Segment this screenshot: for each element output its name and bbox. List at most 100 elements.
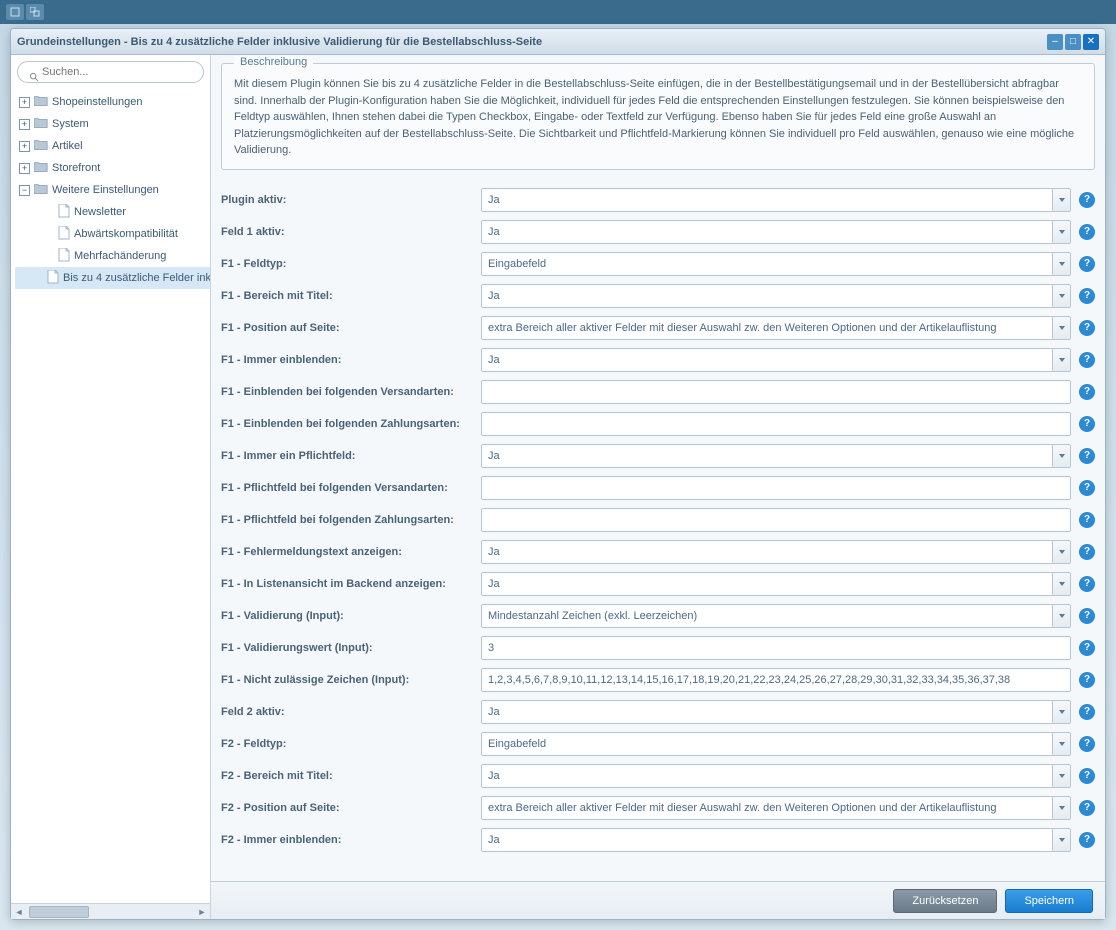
help-icon[interactable]: ?: [1079, 224, 1095, 240]
reset-button[interactable]: Zurücksetzen: [893, 889, 997, 913]
search-icon: [29, 72, 40, 83]
chevron-down-icon[interactable]: [1052, 573, 1070, 595]
help-icon[interactable]: ?: [1079, 640, 1095, 656]
text-field[interactable]: [481, 380, 1071, 404]
chevron-down-icon[interactable]: [1052, 797, 1070, 819]
help-icon[interactable]: ?: [1079, 576, 1095, 592]
maximize-icon[interactable]: □: [1065, 34, 1081, 50]
expand-icon[interactable]: +: [19, 97, 30, 108]
help-icon[interactable]: ?: [1079, 736, 1095, 752]
text-input[interactable]: [488, 642, 1064, 654]
tree-item[interactable]: −Weitere Einstellungen: [15, 179, 210, 201]
help-icon[interactable]: ?: [1079, 256, 1095, 272]
combo-field[interactable]: Ja: [481, 220, 1071, 244]
help-icon[interactable]: ?: [1079, 672, 1095, 688]
text-input[interactable]: [488, 514, 1064, 526]
tree-item[interactable]: +System: [15, 113, 210, 135]
help-icon[interactable]: ?: [1079, 480, 1095, 496]
combo-field[interactable]: Ja: [481, 348, 1071, 372]
help-icon[interactable]: ?: [1079, 800, 1095, 816]
topbar-button-2[interactable]: [26, 4, 44, 20]
tree-item[interactable]: +Storefront: [15, 157, 210, 179]
tree-item[interactable]: Bis zu 4 zusätzliche Felder inklusive Va…: [15, 267, 210, 289]
scroll-left-icon[interactable]: ◄: [11, 904, 27, 919]
tree-item[interactable]: Abwärtskompatibilität: [15, 223, 210, 245]
text-input[interactable]: [488, 418, 1064, 430]
text-field[interactable]: [481, 412, 1071, 436]
help-icon[interactable]: ?: [1079, 768, 1095, 784]
text-input[interactable]: [488, 386, 1064, 398]
close-icon[interactable]: ✕: [1083, 34, 1099, 50]
help-icon[interactable]: ?: [1079, 448, 1095, 464]
text-input[interactable]: [488, 674, 1064, 686]
collapse-icon[interactable]: −: [19, 185, 30, 196]
form-row: F1 - Pflichtfeld bei folgenden Zahlungsa…: [221, 504, 1095, 536]
combo-field[interactable]: Ja: [481, 828, 1071, 852]
form-label: F2 - Feldtyp:: [221, 738, 481, 750]
help-icon[interactable]: ?: [1079, 288, 1095, 304]
form-label: F1 - Validierung (Input):: [221, 610, 481, 622]
help-icon[interactable]: ?: [1079, 704, 1095, 720]
help-icon[interactable]: ?: [1079, 608, 1095, 624]
minimize-icon[interactable]: –: [1047, 34, 1063, 50]
combo-field[interactable]: Ja: [481, 540, 1071, 564]
text-field[interactable]: [481, 636, 1071, 660]
chevron-down-icon[interactable]: [1052, 253, 1070, 275]
chevron-down-icon[interactable]: [1052, 221, 1070, 243]
expand-icon[interactable]: +: [19, 163, 30, 174]
topbar-button-1[interactable]: [6, 4, 24, 20]
chevron-down-icon[interactable]: [1052, 349, 1070, 371]
help-icon[interactable]: ?: [1079, 192, 1095, 208]
nav-tree: +Shopeinstellungen+System+Artikel+Storef…: [11, 89, 210, 903]
help-icon[interactable]: ?: [1079, 320, 1095, 336]
combo-value: Ja: [488, 706, 500, 718]
scroll-thumb[interactable]: [29, 906, 89, 918]
form-row: F2 - Feldtyp:Eingabefeld?: [221, 728, 1095, 760]
combo-field[interactable]: extra Bereich aller aktiver Felder mit d…: [481, 316, 1071, 340]
combo-field[interactable]: Ja: [481, 188, 1071, 212]
help-icon[interactable]: ?: [1079, 416, 1095, 432]
chevron-down-icon[interactable]: [1052, 285, 1070, 307]
tree-item[interactable]: Newsletter: [15, 201, 210, 223]
combo-field[interactable]: Eingabefeld: [481, 732, 1071, 756]
sidebar-hscrollbar[interactable]: ◄ ►: [11, 903, 210, 919]
help-icon[interactable]: ?: [1079, 512, 1095, 528]
text-field[interactable]: [481, 476, 1071, 500]
content-scroll[interactable]: Beschreibung Mit diesem Plugin können Si…: [211, 55, 1105, 881]
expand-icon[interactable]: +: [19, 141, 30, 152]
save-button[interactable]: Speichern: [1005, 889, 1093, 913]
form-row: F1 - Nicht zulässige Zeichen (Input):?: [221, 664, 1095, 696]
window-title: Grundeinstellungen - Bis zu 4 zusätzlich…: [17, 36, 1047, 48]
tree-item[interactable]: +Shopeinstellungen: [15, 91, 210, 113]
help-icon[interactable]: ?: [1079, 352, 1095, 368]
chevron-down-icon[interactable]: [1052, 701, 1070, 723]
chevron-down-icon[interactable]: [1052, 765, 1070, 787]
combo-field[interactable]: Ja: [481, 284, 1071, 308]
tree-item[interactable]: +Artikel: [15, 135, 210, 157]
chevron-down-icon[interactable]: [1052, 541, 1070, 563]
help-icon[interactable]: ?: [1079, 384, 1095, 400]
chevron-down-icon[interactable]: [1052, 189, 1070, 211]
scroll-right-icon[interactable]: ►: [194, 904, 210, 919]
chevron-down-icon[interactable]: [1052, 317, 1070, 339]
expand-icon[interactable]: +: [19, 119, 30, 130]
combo-field[interactable]: Eingabefeld: [481, 252, 1071, 276]
chevron-down-icon[interactable]: [1052, 829, 1070, 851]
chevron-down-icon[interactable]: [1052, 733, 1070, 755]
combo-field[interactable]: Ja: [481, 700, 1071, 724]
combo-field[interactable]: Ja: [481, 572, 1071, 596]
tree-item[interactable]: Mehrfachänderung: [15, 245, 210, 267]
help-icon[interactable]: ?: [1079, 832, 1095, 848]
description-legend: Beschreibung: [234, 56, 313, 68]
combo-field[interactable]: Mindestanzahl Zeichen (exkl. Leerzeichen…: [481, 604, 1071, 628]
combo-field[interactable]: extra Bereich aller aktiver Felder mit d…: [481, 796, 1071, 820]
text-field[interactable]: [481, 508, 1071, 532]
chevron-down-icon[interactable]: [1052, 605, 1070, 627]
search-input[interactable]: [17, 61, 204, 83]
combo-field[interactable]: Ja: [481, 764, 1071, 788]
text-field[interactable]: [481, 668, 1071, 692]
help-icon[interactable]: ?: [1079, 544, 1095, 560]
text-input[interactable]: [488, 482, 1064, 494]
combo-field[interactable]: Ja: [481, 444, 1071, 468]
chevron-down-icon[interactable]: [1052, 445, 1070, 467]
